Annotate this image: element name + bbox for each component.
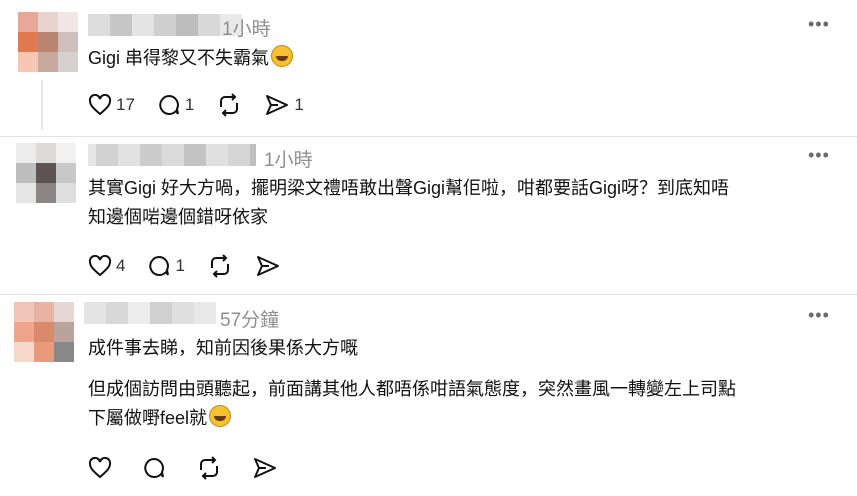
share-button[interactable] <box>252 456 278 480</box>
timestamp: 57分鐘 <box>220 310 280 331</box>
repost-icon <box>210 254 229 278</box>
comment-line: 成件事去睇，知前因後果係大方嘅 <box>88 338 358 358</box>
send-icon <box>266 95 289 115</box>
share-button[interactable]: 1 <box>264 93 304 117</box>
like-button[interactable] <box>88 457 112 479</box>
thread-line <box>41 80 43 130</box>
action-bar <box>88 455 300 481</box>
divider <box>0 294 857 295</box>
comment-icon <box>149 255 170 276</box>
heart-icon <box>88 457 112 479</box>
like-count: 4 <box>116 256 126 275</box>
username-redacted[interactable] <box>88 144 256 166</box>
heart-icon <box>88 94 112 116</box>
comment-icon <box>144 457 164 478</box>
comment-line: 下屬做嘢feel就 <box>88 404 736 433</box>
reply-count: 1 <box>184 95 195 114</box>
repost-icon <box>200 456 218 480</box>
send-icon <box>256 256 279 276</box>
comment-line: Gigi 串得黎又不失霸氣 <box>88 44 294 73</box>
joy-emoji <box>209 405 232 427</box>
repost-button[interactable] <box>216 93 242 117</box>
more-dots-icon[interactable]: ••• <box>808 145 830 166</box>
repost-button[interactable] <box>207 254 233 278</box>
divider <box>0 136 857 137</box>
comment-text: 但成個訪問由頭聽起，前面講其他人都唔係咁語氣態度，突然畫風一轉變左上司點 下屬做… <box>88 375 736 433</box>
username-redacted[interactable] <box>84 302 216 324</box>
comment-line: 知邊個啱邊個錯呀依家 <box>88 207 268 227</box>
rolling-laughing-emoji <box>271 45 294 67</box>
repost-icon <box>220 93 239 117</box>
comment-text: Gigi 串得黎又不失霸氣 <box>88 44 294 73</box>
timestamp: 1小時 <box>264 150 313 171</box>
reply-count: 1 <box>175 256 185 275</box>
more-dots-icon[interactable]: ••• <box>808 305 830 326</box>
reply-button[interactable]: 1 <box>157 93 194 117</box>
share-button[interactable] <box>255 254 281 278</box>
share-count: 1 <box>294 95 304 114</box>
timestamp: 1小時 <box>222 19 271 40</box>
comment-line: 其實Gigi 好大方喎，擺明梁文禮唔敢出聲Gigi幫佢啦，咁都要話Gigi呀？到… <box>88 178 730 198</box>
like-button[interactable]: 4 <box>88 255 125 277</box>
comment-text: 其實Gigi 好大方喎，擺明梁文禮唔敢出聲Gigi幫佢啦，咁都要話Gigi呀？到… <box>88 174 729 232</box>
action-bar: 17 1 1 <box>88 92 326 118</box>
avatar[interactable] <box>16 143 76 203</box>
action-bar: 4 1 <box>88 253 303 279</box>
avatar[interactable] <box>14 302 74 362</box>
like-button[interactable]: 17 <box>88 94 135 116</box>
reply-button[interactable]: 1 <box>147 254 185 278</box>
heart-icon <box>88 255 112 277</box>
repost-button[interactable] <box>196 456 222 480</box>
comment-text: 成件事去睇，知前因後果係大方嘅 <box>88 334 358 363</box>
send-icon <box>254 458 276 478</box>
username-redacted[interactable] <box>88 14 242 36</box>
more-dots-icon[interactable]: ••• <box>808 14 830 35</box>
like-count: 17 <box>116 95 135 114</box>
reply-button[interactable] <box>142 456 166 480</box>
comment-line: 但成個訪問由頭聽起，前面講其他人都唔係咁語氣態度，突然畫風一轉變左上司點 <box>88 379 736 399</box>
comment-icon <box>159 94 179 115</box>
avatar[interactable] <box>18 12 78 72</box>
